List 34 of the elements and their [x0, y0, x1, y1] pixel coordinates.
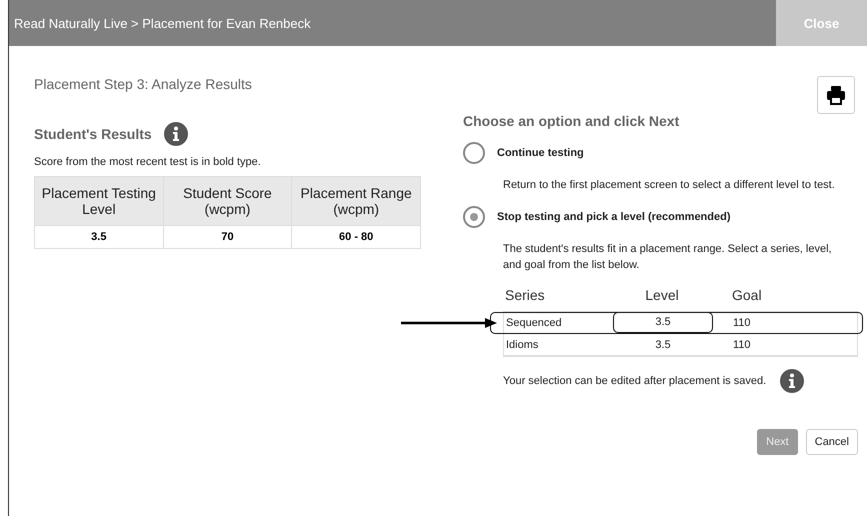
- column-header: Series: [504, 287, 546, 303]
- option-label: Stop testing and pick a level (recommended): [497, 211, 730, 223]
- table-cell: 3.5: [613, 312, 713, 333]
- results-note: Score from the most recent test is in bold type.: [34, 156, 262, 168]
- table-cell-text: 3.5: [654, 338, 672, 350]
- table-cell-text: 110: [732, 338, 752, 350]
- column-header: Level: [644, 287, 680, 303]
- printer-icon: [826, 85, 846, 105]
- table-cell: 70: [163, 226, 292, 248]
- column-header: Student Score (wcpm): [163, 176, 292, 226]
- series-row[interactable]: Sequenced 3.5 110: [490, 312, 863, 334]
- radio-button[interactable]: [463, 206, 485, 228]
- edit-note: Your selection can be edited after placement is saved.: [503, 375, 766, 387]
- radio-button[interactable]: [463, 142, 485, 164]
- results-heading: Student's Results: [34, 126, 152, 142]
- table-cell-text: Idioms: [505, 338, 540, 350]
- table-cell: 3.5: [34, 226, 164, 248]
- info-icon[interactable]: [780, 369, 804, 393]
- column-header: Placement Range (wcpm): [292, 176, 420, 226]
- table-cell-text: 110: [732, 316, 752, 328]
- window-title: Read Naturally Live > Placement for Evan Renbeck: [13, 16, 311, 30]
- print-button[interactable]: [817, 76, 855, 114]
- table-cell-text: Sequenced: [505, 316, 563, 328]
- options-heading: Choose an option and click Next: [463, 113, 680, 129]
- step-title: Placement Step 3: Analyze Results: [34, 76, 252, 92]
- table-cell: 60 - 80: [292, 226, 420, 248]
- info-icon[interactable]: [164, 122, 188, 146]
- option-label: Continue testing: [497, 147, 584, 159]
- column-header: Goal: [731, 287, 763, 303]
- option-description: The student's results fit in a placement range. Select a series, level, and goal from the list below.: [503, 242, 833, 273]
- option-description: Return to the first placement screen to select a different level to test.: [503, 178, 836, 193]
- dialog-button[interactable]: Cancel: [806, 429, 858, 455]
- series-row[interactable]: Idioms 3.5 110: [504, 334, 857, 356]
- column-header: Placement Testing Level: [34, 176, 164, 226]
